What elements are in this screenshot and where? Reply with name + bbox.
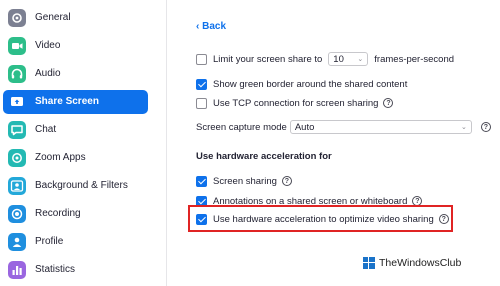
- help-icon[interactable]: ?: [438, 214, 449, 224]
- sidebar-item-label: Video: [35, 40, 61, 51]
- hw-screen-sharing-row: Screen sharing ?: [196, 174, 292, 188]
- sidebar-item-zoom-apps[interactable]: Zoom Apps: [3, 146, 148, 170]
- hw-section-title: Use hardware acceleration for: [196, 151, 332, 162]
- hw-optimize-video-label: Use hardware acceleration to optimize vi…: [213, 213, 434, 225]
- tcp-label: Use TCP connection for screen sharing: [213, 97, 379, 109]
- capture-mode-label: Screen capture mode: [196, 121, 287, 133]
- sidebar-item-chat[interactable]: Chat: [3, 118, 148, 142]
- sidebar-item-label: Profile: [35, 236, 64, 247]
- sidebar-item-recording[interactable]: Recording: [3, 202, 148, 226]
- sidebar-item-label: Zoom Apps: [35, 152, 86, 163]
- chevron-down-icon: ⌄: [357, 56, 364, 63]
- profile-icon: [8, 233, 26, 251]
- limit-share-checkbox[interactable]: [196, 53, 207, 65]
- fps-unit-label: frames-per-second: [374, 53, 455, 65]
- sidebar-item-label: General: [35, 12, 71, 23]
- hw-screen-sharing-label: Screen sharing: [213, 175, 277, 187]
- help-icon[interactable]: ?: [480, 122, 491, 132]
- fps-value: 10: [333, 53, 344, 65]
- settings-sidebar: General Video Audio Share Screen Chat Zo…: [0, 0, 167, 286]
- windows-logo-icon: [363, 257, 375, 269]
- help-icon[interactable]: ?: [383, 98, 394, 108]
- sidebar-item-label: Audio: [35, 68, 61, 79]
- help-icon[interactable]: ?: [281, 176, 292, 186]
- sidebar-item-label: Chat: [35, 124, 57, 135]
- apps-icon: [8, 149, 26, 167]
- capture-mode-select[interactable]: Auto ⌄: [289, 120, 472, 134]
- sidebar-item-label: Recording: [35, 208, 81, 219]
- watermark-text: TheWindowsClub: [379, 257, 462, 269]
- chat-bubble-icon: [8, 121, 26, 139]
- back-link[interactable]: ‹ Back: [196, 21, 226, 32]
- watermark: TheWindowsClub: [363, 257, 461, 269]
- sidebar-item-label: Statistics: [35, 264, 76, 275]
- sidebar-item-statistics[interactable]: Statistics: [3, 258, 148, 282]
- sidebar-item-general[interactable]: General: [3, 6, 148, 30]
- share-screen-icon: [8, 93, 26, 111]
- limit-share-label: Limit your screen share to: [213, 53, 323, 65]
- sidebar-item-video[interactable]: Video: [3, 34, 148, 58]
- sidebar-item-background-filters[interactable]: Background & Filters: [3, 174, 148, 198]
- green-border-label: Show green border around the shared cont…: [213, 78, 408, 90]
- fps-select[interactable]: 10 ⌄: [328, 52, 369, 66]
- hw-screen-sharing-checkbox[interactable]: [196, 175, 207, 187]
- sidebar-item-label: Share Screen: [35, 96, 99, 107]
- sidebar-item-share-screen[interactable]: Share Screen: [3, 90, 148, 114]
- tcp-checkbox[interactable]: [196, 97, 207, 109]
- record-icon: [8, 205, 26, 223]
- hw-optimize-video-checkbox[interactable]: [196, 213, 207, 225]
- gear-icon: [8, 9, 26, 27]
- sidebar-item-profile[interactable]: Profile: [3, 230, 148, 254]
- video-camera-icon: [8, 37, 26, 55]
- sidebar-item-audio[interactable]: Audio: [3, 62, 148, 86]
- limit-share-row: Limit your screen share to 10 ⌄ frames-p…: [196, 52, 454, 66]
- capture-mode-row: Screen capture mode Auto ⌄ ?: [196, 120, 491, 134]
- bar-chart-icon: [8, 261, 26, 279]
- person-background-icon: [8, 177, 26, 195]
- chevron-left-icon: ‹: [196, 21, 200, 32]
- headphones-icon: [8, 65, 26, 83]
- capture-mode-value: Auto: [294, 121, 315, 133]
- tcp-row: Use TCP connection for screen sharing ?: [196, 96, 394, 110]
- hw-optimize-video-row: Use hardware acceleration to optimize vi…: [196, 212, 449, 226]
- chevron-down-icon: ⌄: [460, 124, 467, 131]
- green-border-row: Show green border around the shared cont…: [196, 77, 407, 91]
- back-label: Back: [202, 21, 227, 32]
- green-border-checkbox[interactable]: [196, 78, 207, 90]
- sidebar-item-label: Background & Filters: [35, 180, 128, 191]
